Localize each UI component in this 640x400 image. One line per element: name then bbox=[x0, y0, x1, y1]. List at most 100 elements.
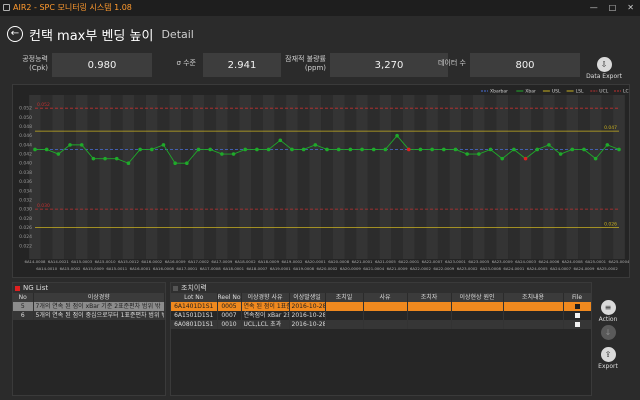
x-tick-label: 6A19-0002 bbox=[282, 259, 303, 264]
x-tick-label: 6A24-0003 bbox=[515, 259, 536, 264]
data-point bbox=[325, 147, 329, 152]
col-reel-no: Reel No bbox=[217, 293, 242, 302]
x-tick-label: 6A23-0002 bbox=[457, 266, 478, 271]
cell-reel-no: 0005 bbox=[217, 302, 242, 311]
cell-reason bbox=[363, 302, 408, 311]
table-row[interactable]: 6A0801D1S1 0010 UCL,LCL 초과 2016-10-28 bbox=[171, 320, 591, 329]
table-row[interactable]: 6A1401D1S1 0005 연속 된 점이 1표준편차 범위 밖 2016-… bbox=[171, 302, 591, 311]
cpk-value: 0.980 bbox=[52, 53, 152, 77]
x-tick-label: 6A17-0001 bbox=[176, 266, 197, 271]
chart-column-stripe bbox=[227, 95, 240, 259]
y-tick-label: 0.048 bbox=[19, 124, 32, 130]
cell-reason bbox=[363, 311, 408, 320]
x-tick-label: 6A18-0001 bbox=[223, 266, 244, 271]
data-point bbox=[114, 156, 119, 161]
legend-item-ucl: UCL bbox=[599, 89, 608, 95]
chart-column-stripe bbox=[508, 95, 520, 259]
chart-column-stripe bbox=[484, 95, 497, 259]
chart-column-stripe bbox=[169, 95, 181, 259]
x-tick-label: 6A15-0009 bbox=[83, 266, 104, 271]
cell-action-date bbox=[325, 311, 364, 320]
sigma-level-label: σ 수준 bbox=[176, 59, 196, 67]
data-point-flagged bbox=[406, 147, 411, 152]
chart-column-stripe bbox=[578, 95, 590, 259]
x-tick-label: 6A24-0006 bbox=[538, 259, 559, 264]
page-header: ← 컨택 max부 벤딩 높이 Detail bbox=[7, 24, 194, 44]
data-point bbox=[290, 147, 294, 152]
data-point bbox=[150, 147, 154, 152]
action-history-title: 조치이력 bbox=[181, 284, 207, 292]
x-tick-label: 6A20-0002 bbox=[317, 266, 338, 271]
file-icon[interactable] bbox=[574, 322, 580, 327]
window-title: AIR2 - SPC 모니터링 시스템 1.08 bbox=[13, 3, 132, 12]
chart-column-stripe bbox=[566, 95, 579, 259]
chart-column-stripe bbox=[519, 95, 532, 259]
data-point bbox=[185, 161, 189, 166]
x-tick-label: 6A15-0003 bbox=[71, 259, 92, 264]
sigma-level-value: 2.941 bbox=[203, 53, 281, 77]
legend-item-xbarbar: Xbarbar bbox=[490, 89, 508, 95]
legend-item-lsl: LSL bbox=[576, 89, 584, 95]
chart-column-stripe bbox=[52, 95, 65, 259]
chart-column-stripe bbox=[344, 95, 357, 259]
x-tick-label: 6A21-0005 bbox=[375, 259, 396, 264]
data-point bbox=[547, 143, 551, 147]
y-tick-label: 0.026 bbox=[19, 225, 32, 231]
file-icon[interactable] bbox=[574, 304, 580, 309]
chart-column-stripe bbox=[286, 95, 298, 259]
chart-column-stripe bbox=[75, 95, 88, 259]
chart-column-stripe bbox=[496, 95, 509, 259]
close-button[interactable]: ✕ bbox=[627, 2, 634, 13]
legend-item-xbar: Xbar bbox=[525, 89, 536, 95]
chart-svg: 0.022 0.024 0.026 0.028 0.030 0.032 0.034 0.036… bbox=[19, 89, 632, 271]
arrow-left-icon: ← bbox=[10, 28, 20, 39]
x-tick-label: 6A17-0008 bbox=[200, 266, 221, 271]
x-tick-label: 6A19-0001 bbox=[270, 266, 291, 271]
cell-file bbox=[563, 311, 591, 320]
data-point bbox=[500, 156, 505, 161]
ng-list-title: NG List bbox=[23, 284, 49, 292]
download-button[interactable]: ↓ bbox=[596, 320, 620, 340]
back-button[interactable]: ← bbox=[7, 26, 23, 42]
x-tick-label: 6A16-0001 bbox=[130, 266, 151, 271]
chart-column-stripe bbox=[402, 95, 415, 259]
x-tick-label: 6A22-0001 bbox=[398, 259, 419, 264]
cell-actor bbox=[407, 311, 452, 320]
x-tick-label: 6A24-0007 bbox=[550, 266, 571, 271]
ng-row[interactable]: 6 5개의 연속 된 점이 중심으로부터 1표준편차 범위 밖 bbox=[13, 311, 165, 320]
x-tick-label: 6A24-0001 bbox=[503, 266, 524, 271]
table-row[interactable]: 6A1501D1S1 0007 연속점이 xBar 2표준편차 범위 밖 201… bbox=[171, 311, 591, 320]
ng-row[interactable]: 5 7개의 연속 된 점이 xBar 기준 2표준편차 범위 밖 bbox=[13, 302, 165, 311]
chart-column-stripe bbox=[356, 95, 368, 259]
maximize-button[interactable]: □ bbox=[609, 2, 617, 13]
cell-occurred: 2016-10-28 bbox=[289, 311, 326, 320]
data-export-button[interactable]: ⇩ Data Export bbox=[584, 52, 624, 80]
chart-column-stripe bbox=[181, 95, 193, 259]
data-point bbox=[91, 156, 96, 161]
chart-column-stripe bbox=[554, 95, 567, 259]
x-tick-label: 6A22-0007 bbox=[422, 259, 443, 264]
x-tick-label: 6A22-0009 bbox=[433, 266, 454, 271]
y-tick-label: 0.042 bbox=[19, 152, 32, 158]
chart-column-stripe bbox=[239, 95, 252, 259]
action-button[interactable]: ≡ Action bbox=[596, 295, 620, 323]
chart-column-stripe bbox=[64, 95, 76, 259]
file-icon[interactable] bbox=[574, 313, 580, 318]
minimize-button[interactable]: — bbox=[590, 2, 598, 13]
data-point bbox=[442, 147, 446, 152]
action-history-panel: 조치이력 Lot No Reel No 이상경향 사유 이상발생일 조치일 사유… bbox=[170, 282, 592, 396]
data-point bbox=[196, 147, 201, 152]
chart-column-stripe bbox=[601, 95, 614, 259]
col-actor: 조치자 bbox=[407, 293, 452, 302]
data-point bbox=[418, 147, 423, 152]
export-button[interactable]: ⇪ Export bbox=[596, 342, 620, 370]
data-point bbox=[383, 147, 388, 152]
ng-list-table: No 이상경향 5 7개의 연속 된 점이 xBar 기준 2표준편차 범위 밖… bbox=[13, 293, 165, 320]
data-point bbox=[126, 161, 131, 166]
data-point bbox=[453, 147, 458, 152]
action-list-icon: ≡ bbox=[600, 300, 616, 315]
app-logo-icon bbox=[3, 4, 10, 11]
data-point bbox=[103, 156, 107, 161]
action-marker-icon bbox=[173, 285, 178, 291]
x-tick-label: 6A20-0001 bbox=[305, 259, 326, 264]
